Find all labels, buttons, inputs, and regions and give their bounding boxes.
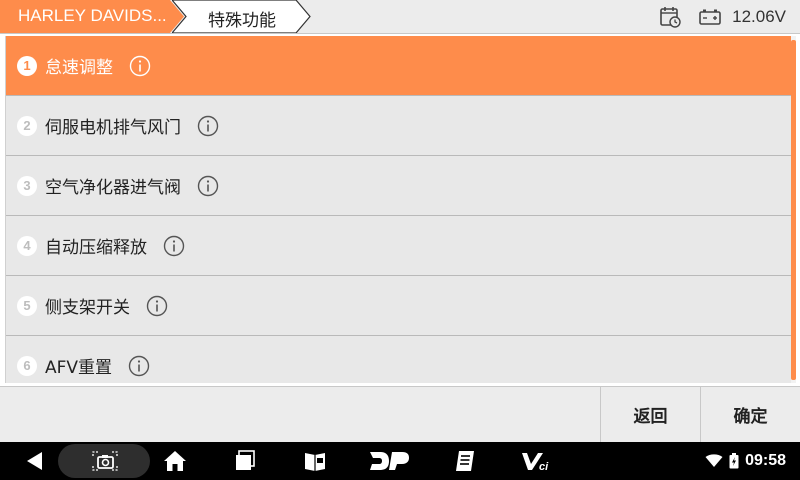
home-icon[interactable] [160, 442, 190, 480]
clock: 09:58 [745, 452, 786, 469]
wifi-icon [705, 454, 723, 467]
dp-icon[interactable] [366, 442, 412, 480]
list-item[interactable]: 4 自动压缩释放 [6, 216, 791, 276]
item-number-badge: 3 [17, 175, 37, 196]
item-label: 空气净化器进气阀 [45, 178, 181, 198]
item-label: 自动压缩释放 [45, 238, 147, 258]
item-label: 怠速调整 [45, 58, 113, 78]
info-icon[interactable] [197, 115, 219, 137]
battery-icon [699, 9, 721, 25]
function-list[interactable]: 1 怠速调整 2 伺服电机排气风门 3 空气净化器进气阀 4 自动压缩释放 5 侧支架开关 6 AFV… [5, 36, 791, 383]
info-icon[interactable] [128, 355, 150, 377]
item-number-badge: 1 [17, 55, 37, 76]
back-icon[interactable] [20, 442, 50, 480]
header-bar: HARLEY DAVIDS... 特殊功能 12.06V [0, 0, 800, 34]
breadcrumb-brand[interactable]: HARLEY DAVIDS... [0, 0, 184, 33]
vci-icon[interactable]: ci [518, 442, 558, 480]
status-area: 09:58 [705, 442, 786, 480]
breadcrumb-section-label: 特殊功能 [208, 11, 276, 31]
calendar-clock-icon[interactable] [658, 5, 682, 29]
info-icon[interactable] [197, 175, 219, 197]
header-status: 12.06V [658, 0, 786, 33]
list-item[interactable]: 6 AFV重置 [6, 336, 791, 383]
list-item[interactable]: 5 侧支架开关 [6, 276, 791, 336]
system-navbar: ci 09:58 [0, 442, 800, 480]
breadcrumb-brand-label: HARLEY DAVIDS... [18, 6, 167, 25]
item-number-badge: 4 [17, 235, 37, 256]
action-bar: 返回 确定 [0, 386, 800, 442]
item-number-badge: 6 [17, 355, 37, 376]
app: HARLEY DAVIDS... 特殊功能 12.06V 1 怠速调整 2 伺服… [0, 0, 800, 480]
item-number-badge: 5 [17, 295, 37, 316]
breadcrumb-section[interactable]: 特殊功能 [172, 0, 312, 33]
list-item[interactable]: 1 怠速调整 [6, 36, 791, 96]
svg-text:ci: ci [539, 461, 549, 472]
info-icon[interactable] [146, 295, 168, 317]
battery-charging-icon [729, 453, 739, 469]
info-icon[interactable] [129, 55, 151, 77]
list-item[interactable]: 3 空气净化器进气阀 [6, 156, 791, 216]
info-icon[interactable] [163, 235, 185, 257]
back-button[interactable]: 返回 [600, 387, 700, 442]
scrollbar-thumb[interactable] [791, 40, 796, 380]
ok-button[interactable]: 确定 [700, 387, 800, 442]
notes-icon[interactable] [450, 442, 480, 480]
recent-apps-icon[interactable] [230, 442, 260, 480]
screenshot-icon[interactable] [90, 442, 120, 480]
list-item[interactable]: 2 伺服电机排气风门 [6, 96, 791, 156]
item-label: 侧支架开关 [45, 298, 130, 318]
item-label: AFV重置 [45, 358, 113, 378]
item-number-badge: 2 [17, 115, 37, 136]
reader-icon[interactable] [300, 442, 330, 480]
voltage-readout: 12.06V [732, 6, 786, 26]
item-label: 伺服电机排气风门 [45, 118, 181, 138]
